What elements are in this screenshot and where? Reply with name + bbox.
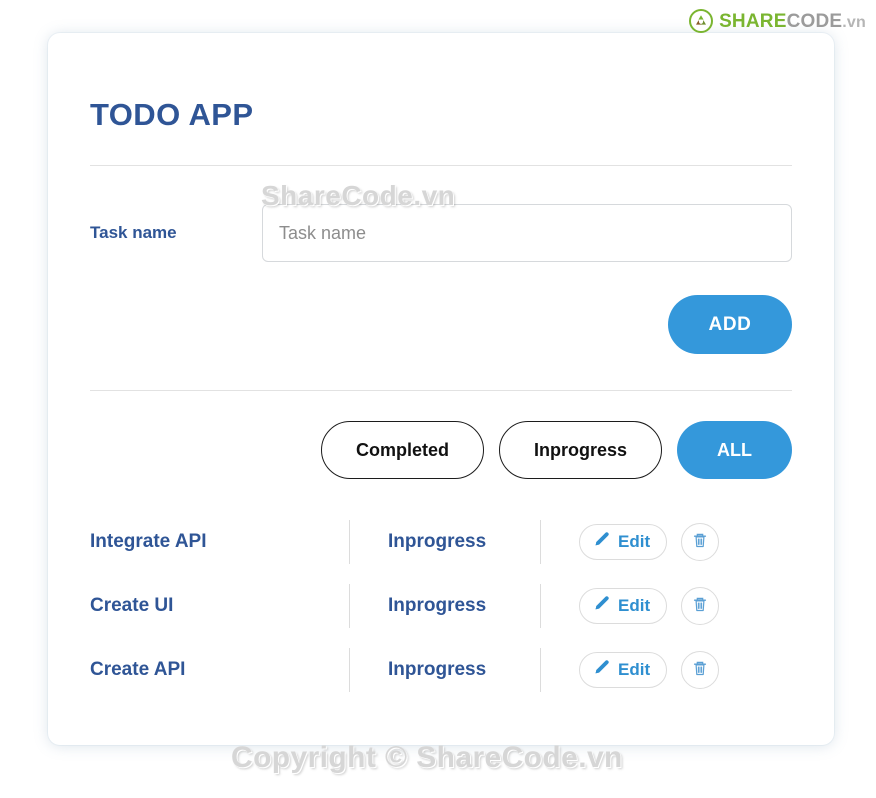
filter-all-button[interactable]: ALL	[677, 421, 792, 479]
trash-icon	[691, 660, 709, 681]
edit-button[interactable]: Edit	[579, 652, 668, 688]
edit-button-label: Edit	[618, 660, 651, 679]
task-name-label: Task name	[90, 223, 177, 242]
brand-code-text: CODE	[786, 10, 843, 32]
recycle-leaf-icon	[689, 9, 714, 33]
divider-top	[90, 165, 792, 166]
delete-button[interactable]	[681, 523, 720, 561]
filter-button-group: Completed Inprogress ALL	[48, 421, 834, 479]
pencil-icon	[593, 659, 610, 681]
edit-button[interactable]: Edit	[579, 524, 668, 560]
task-name-cell: Integrate API	[90, 531, 207, 552]
task-status-cell: Inprogress	[388, 531, 487, 552]
filter-completed-button[interactable]: Completed	[320, 421, 484, 479]
task-actions-cell: Edit	[541, 587, 720, 625]
add-button[interactable]: ADD	[668, 295, 792, 354]
brand-share-text: SHARE	[719, 10, 787, 32]
task-actions-cell: Edit	[541, 651, 720, 689]
task-actions-cell: Edit	[541, 523, 720, 561]
table-row: Create API Inprogress Edit	[84, 638, 798, 702]
trash-icon	[691, 596, 709, 617]
task-name-cell: Create API	[90, 659, 186, 680]
delete-button[interactable]	[681, 651, 720, 689]
table-row: Create UI Inprogress Edit	[84, 574, 798, 638]
todo-app-card: TODO APP Task name ADD Completed Inprogr…	[48, 33, 834, 745]
edit-button-label: Edit	[618, 596, 651, 615]
pencil-icon	[593, 531, 610, 553]
page-title: TODO APP	[90, 97, 254, 132]
pencil-icon	[593, 595, 610, 617]
brand-wordmark: SHARECODE.vn	[719, 12, 866, 31]
sharecode-logo: SHARECODE.vn	[689, 9, 866, 33]
task-name-cell: Create UI	[90, 595, 174, 616]
delete-button[interactable]	[681, 587, 720, 625]
divider-middle	[90, 390, 792, 391]
trash-icon	[691, 532, 709, 553]
task-status-cell: Inprogress	[388, 595, 487, 616]
brand-vn-text: .vn	[842, 13, 866, 31]
task-form-row: Task name	[48, 204, 834, 262]
filter-inprogress-button[interactable]: Inprogress	[498, 421, 662, 479]
task-name-input[interactable]	[262, 204, 792, 262]
task-list: Integrate API Inprogress Edit Create UI …	[48, 510, 834, 702]
edit-button[interactable]: Edit	[579, 588, 668, 624]
table-row: Integrate API Inprogress Edit	[84, 510, 798, 574]
add-button-row: ADD	[48, 295, 834, 354]
edit-button-label: Edit	[618, 532, 651, 551]
task-status-cell: Inprogress	[388, 659, 487, 680]
